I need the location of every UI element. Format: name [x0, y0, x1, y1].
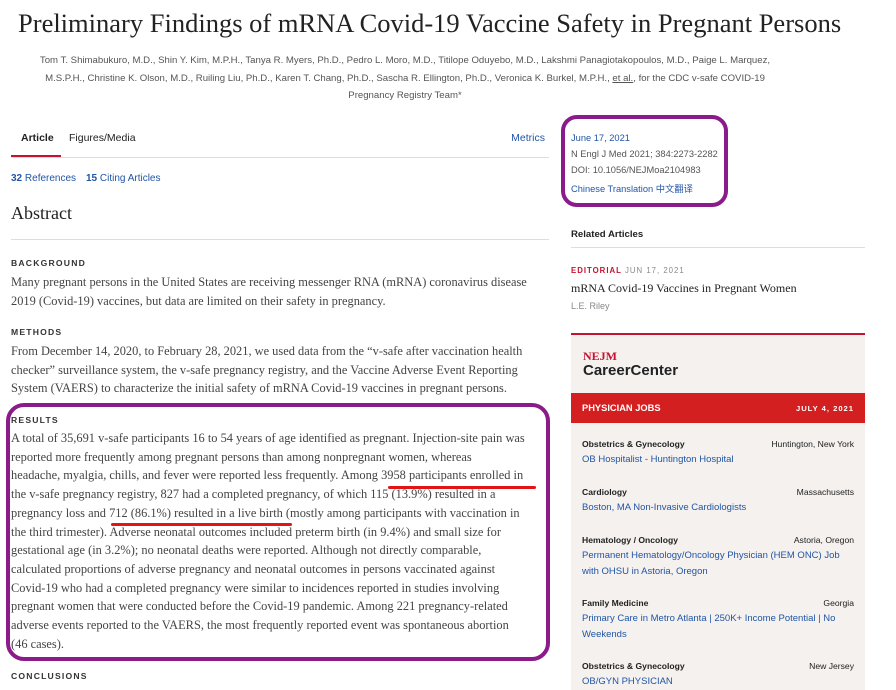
- live-birth-underline: [111, 523, 292, 526]
- methods-line: From December 14, 2020, to February 28, …: [11, 344, 523, 358]
- methods-line: System (VAERS) to characterize the initi…: [11, 381, 507, 396]
- citing-count: 15: [86, 173, 98, 184]
- references-link[interactable]: 32 References: [11, 173, 76, 184]
- author-text-tail: , for the CDC v-safe COVID-19: [633, 72, 765, 84]
- divider: [11, 239, 549, 240]
- job-listing: Obstetrics & Gynecology Huntington, New …: [582, 439, 854, 468]
- job-title-link[interactable]: Permanent Hematology/Oncology Physician …: [582, 548, 844, 579]
- background-line: Many pregnant persons in the United Stat…: [11, 275, 527, 289]
- author-line-2: M.S.P.H., Christine K. Olson, M.D., Ruil…: [20, 70, 790, 88]
- journal-citation: N Engl J Med 2021; 384:2273-2282: [571, 149, 718, 159]
- tab-metrics[interactable]: Metrics: [511, 132, 545, 144]
- background-label: BACKGROUND: [11, 258, 87, 268]
- tab-figures-media[interactable]: Figures/Media: [69, 132, 136, 144]
- participants-underline: [388, 486, 536, 489]
- background-line: 2019 (Covid-19) vaccines, but data are l…: [11, 293, 386, 308]
- related-article-author: L.E. Riley: [571, 301, 610, 311]
- job-listing: Family Medicine Georgia Primary Care in …: [582, 598, 854, 642]
- et-al-link[interactable]: et al.: [612, 73, 633, 84]
- job-location: New Jersey: [809, 661, 854, 671]
- job-specialty: Family Medicine: [582, 598, 649, 608]
- conclusions-label: CONCLUSIONS: [11, 671, 88, 681]
- job-listing: Obstetrics & Gynecology New Jersey OB/GY…: [582, 661, 854, 690]
- background-text: Many pregnant persons in the United Stat…: [11, 273, 549, 310]
- author-list: Tom T. Shimabukuro, M.D., Shin Y. Kim, M…: [20, 52, 790, 105]
- physician-jobs-label: PHYSICIAN JOBS: [582, 403, 661, 413]
- related-articles-heading: Related Articles: [571, 229, 644, 240]
- job-location: Georgia: [823, 598, 854, 608]
- publication-date-link[interactable]: June 17, 2021: [571, 133, 630, 143]
- physician-jobs-bar: PHYSICIAN JOBS JULY 4, 2021: [571, 393, 865, 423]
- methods-line: checker” surveillance system, the v-safe…: [11, 362, 518, 377]
- job-listing: Hematology / Oncology Astoria, Oregon Pe…: [582, 535, 854, 579]
- tab-article[interactable]: Article: [21, 132, 54, 144]
- divider: [571, 247, 865, 248]
- career-center-name: CareerCenter: [583, 362, 679, 379]
- references-count: 32: [11, 173, 23, 184]
- job-listing: Cardiology Massachusetts Boston, MA Non-…: [582, 487, 854, 516]
- active-tab-indicator: [11, 155, 61, 157]
- author-line-3: Pregnancy Registry Team*: [348, 90, 462, 101]
- author-line-1: Tom T. Shimabukuro, M.D., Shin Y. Kim, M…: [39, 55, 771, 66]
- job-title-link[interactable]: Boston, MA Non-Invasive Cardiologists: [582, 500, 844, 516]
- results-highlight-box: [6, 403, 550, 661]
- related-article-date: JUN 17, 2021: [625, 266, 685, 275]
- doi: DOI: 10.1056/NEJMoa2104983: [571, 165, 701, 175]
- citing-articles-link[interactable]: 15 Citing Articles: [86, 173, 160, 184]
- career-center-panel: NEJM CareerCenter PHYSICIAN JOBS JULY 4,…: [571, 333, 865, 690]
- job-location: Astoria, Oregon: [793, 535, 854, 545]
- related-article-type: EDITORIAL: [571, 266, 622, 275]
- related-article-title[interactable]: mRNA Covid-19 Vaccines in Pregnant Women: [571, 281, 797, 296]
- methods-label: METHODS: [11, 327, 63, 337]
- chinese-translation-link[interactable]: Chinese Translation 中文翻译: [571, 181, 693, 195]
- job-location: Massachusetts: [796, 487, 854, 497]
- job-title-link[interactable]: OB Hospitalist - Huntington Hospital: [582, 452, 844, 468]
- job-location: Huntington, New York: [771, 439, 854, 449]
- job-title-link[interactable]: Primary Care in Metro Atlanta | 250K+ In…: [582, 611, 844, 642]
- physician-jobs-date: JULY 4, 2021: [795, 404, 854, 413]
- article-tabs: Article Figures/Media Metrics: [11, 122, 549, 158]
- citing-label: Citing Articles: [99, 173, 161, 184]
- abstract-heading: Abstract: [11, 203, 72, 223]
- references-label: References: [24, 173, 77, 184]
- job-title-link[interactable]: OB/GYN PHYSICIAN: [582, 674, 844, 690]
- career-center-logo[interactable]: NEJM CareerCenter: [583, 349, 678, 379]
- author-text: M.S.P.H., Christine K. Olson, M.D., Ruil…: [45, 72, 613, 84]
- article-title: Preliminary Findings of mRNA Covid-19 Va…: [18, 8, 842, 38]
- methods-text: From December 14, 2020, to February 28, …: [11, 342, 549, 398]
